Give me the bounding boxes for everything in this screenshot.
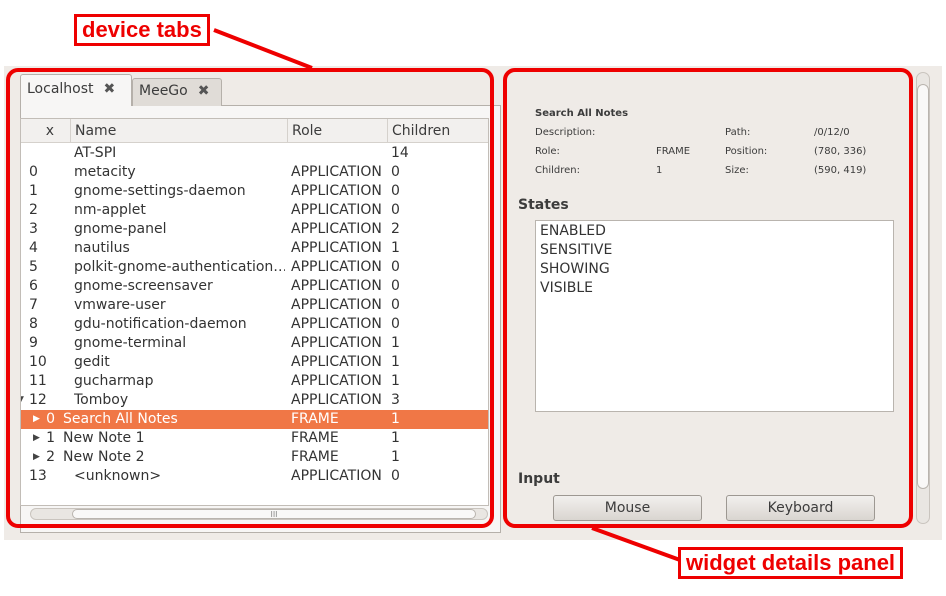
device-tabs-callout: device tabs xyxy=(74,14,210,46)
tab-localhost-label: Localhost xyxy=(27,81,94,97)
widget-details-pointer xyxy=(591,526,681,562)
annotation-lines xyxy=(213,28,681,562)
close-icon[interactable]: ✖ xyxy=(104,81,116,97)
tab-localhost[interactable]: Localhost ✖ xyxy=(20,74,132,106)
device-tabs-pointer xyxy=(213,28,313,70)
widget-details-callout: widget details panel xyxy=(678,547,904,579)
